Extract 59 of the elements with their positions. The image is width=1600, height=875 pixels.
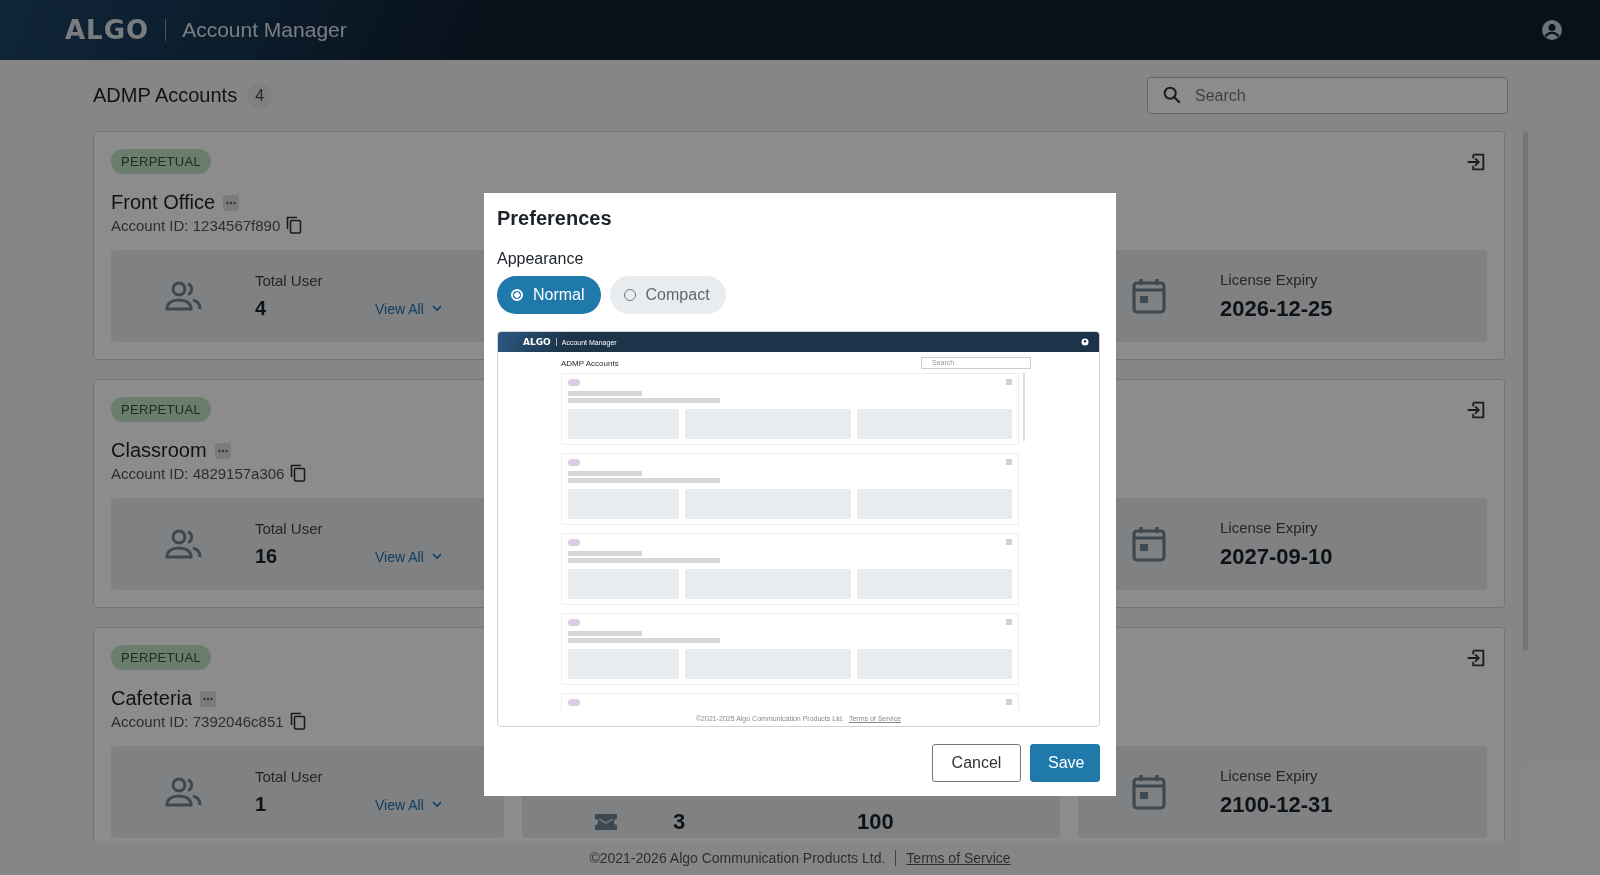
stat-label: Total User [255, 272, 324, 289]
save-button[interactable]: Save [1030, 744, 1100, 782]
terms-link[interactable]: Terms of Service [906, 850, 1011, 866]
account-name: Classroom [111, 439, 207, 462]
account-count: 4 [247, 83, 273, 108]
license-badge: PERPETUAL [111, 645, 211, 670]
users-icon [165, 528, 203, 560]
dialog-title: Preferences [497, 207, 613, 230]
stat-label: Total User [255, 768, 324, 785]
preview-account-icon [1081, 338, 1089, 346]
chevron-down-icon [431, 305, 442, 312]
copy-icon[interactable] [289, 712, 306, 730]
more-icon[interactable] [200, 690, 217, 707]
copyright-text: ©2021-2026 Algo Communication Products Ltd. [589, 850, 886, 866]
user-count: 1 [255, 793, 268, 816]
more-icon[interactable] [223, 194, 240, 211]
calendar-icon [1132, 774, 1166, 810]
license-badge: PERPETUAL [111, 149, 211, 174]
search-field[interactable]: Search [1147, 77, 1508, 114]
preview-logo: ALGO [523, 337, 551, 347]
account-id: Account ID: 4829157a306 [111, 464, 285, 482]
more-icon[interactable] [214, 442, 231, 459]
view-all-link[interactable]: View All [375, 796, 442, 813]
expiry-date: 2026-12-25 [1220, 295, 1333, 322]
chevron-down-icon [431, 801, 442, 808]
app-title: Account Manager [182, 18, 347, 42]
ticket-icon [594, 813, 618, 831]
user-count: 4 [255, 297, 268, 320]
calendar-icon [1132, 278, 1166, 314]
stat-label: License Expiry [1220, 518, 1319, 536]
user-count: 16 [255, 545, 275, 568]
account-id: Account ID: 1234567f890 [111, 216, 281, 234]
account-icon[interactable] [1540, 18, 1564, 42]
copy-icon[interactable] [286, 216, 303, 234]
account-name: Cafeteria [111, 687, 193, 710]
appearance-option[interactable]: Normal [497, 276, 601, 314]
preview-page-title: ADMP Accounts [561, 358, 619, 368]
account-name: Front Office [111, 191, 216, 214]
stat-value: 3 [673, 809, 687, 835]
stat-label: License Expiry [1220, 766, 1319, 784]
chevron-down-icon [431, 553, 442, 560]
stat-label: Total User [255, 520, 324, 537]
expiry-date: 2027-09-10 [1220, 543, 1333, 570]
section-label: Appearance [497, 250, 585, 268]
users-icon [165, 280, 203, 312]
view-all-link[interactable]: View All [375, 300, 442, 317]
appearance-option[interactable]: Compact [609, 276, 726, 314]
view-all-link[interactable]: View All [375, 548, 442, 565]
license-badge: PERPETUAL [111, 397, 211, 422]
calendar-icon [1132, 526, 1166, 562]
page-title: ADMP Accounts [93, 84, 238, 107]
users-icon [165, 776, 203, 808]
copy-icon[interactable] [290, 464, 307, 482]
logo[interactable]: ALGO [65, 15, 150, 45]
expiry-date: 2100-12-31 [1220, 791, 1333, 818]
stat-value: 100 [857, 809, 895, 835]
account-id: Account ID: 7392046c851 [111, 712, 284, 730]
stat-label: License Expiry [1220, 270, 1319, 288]
cancel-button[interactable]: Cancel [932, 744, 1021, 782]
